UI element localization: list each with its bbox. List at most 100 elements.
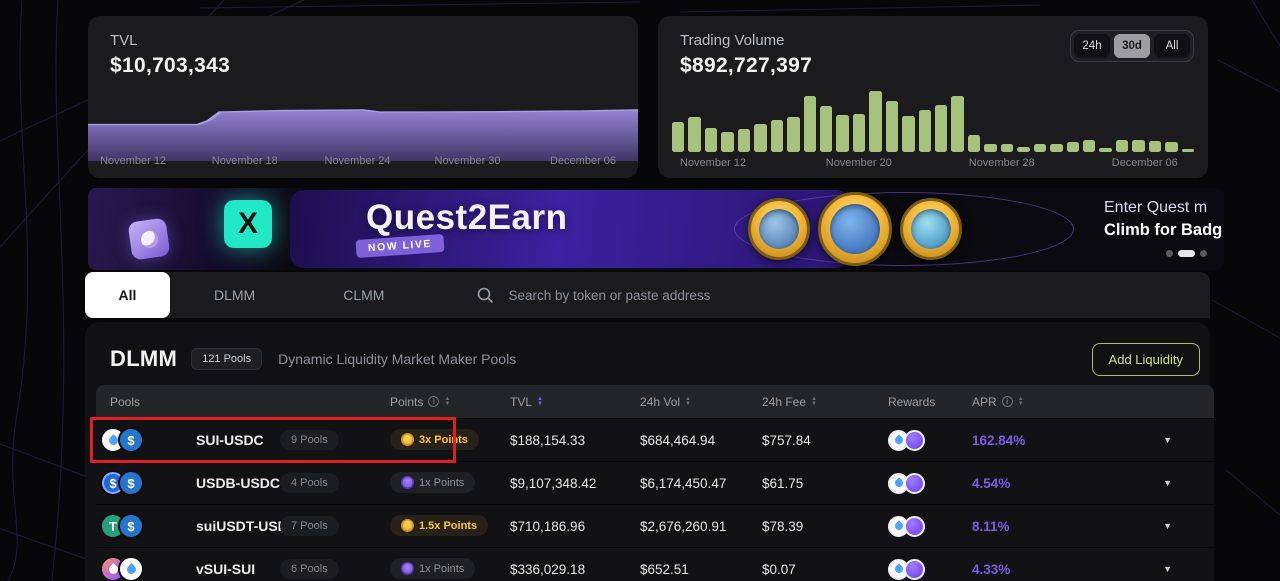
volume-bar xyxy=(836,114,849,152)
x-axis-label: November 20 xyxy=(825,157,892,169)
volume-bar xyxy=(967,134,981,152)
range-button-24h[interactable]: 24h xyxy=(1074,34,1110,58)
table-row[interactable]: USDB-USDC 4 Pools 1x Points $9,107,348.4… xyxy=(96,461,1214,504)
pool-cell: suiUSDT-USDC xyxy=(96,513,298,539)
header-tvl[interactable]: TVL ▲ ▼ xyxy=(506,395,636,409)
carousel-dots[interactable] xyxy=(1166,250,1207,257)
reward-token-icon xyxy=(904,515,925,537)
pool-tvl: $336,029.18 xyxy=(510,561,586,577)
sort-icons-active[interactable]: ▲ ▼ xyxy=(537,396,543,407)
points-label: 1x Points xyxy=(419,476,465,489)
pool-name: SUI-USDC xyxy=(196,432,264,448)
volume-bar xyxy=(672,121,685,152)
pool-type-tabs: All DLMM CLMM xyxy=(85,272,1210,318)
tvl-card: TVL $10,703,343 November 12 November 18 No… xyxy=(88,16,638,178)
header-24h-fee[interactable]: 24h Fee ▲ ▼ xyxy=(758,395,884,409)
points-label: 1x Points xyxy=(419,562,465,575)
pool-tvl: $9,107,348.42 xyxy=(510,475,597,491)
info-icon[interactable] xyxy=(428,396,440,407)
range-button-all[interactable]: All xyxy=(1154,34,1190,58)
tab-all[interactable]: All xyxy=(85,272,170,318)
volume-bar xyxy=(819,105,833,152)
tab-dlmm[interactable]: DLMM xyxy=(170,272,299,318)
tvl-area-chart xyxy=(88,109,638,161)
volume-bar xyxy=(1099,147,1112,152)
volume-range-toggle: 24h 30d All xyxy=(1070,30,1194,62)
x-axis-label: November 12 xyxy=(680,157,747,169)
banner-cta-text: Enter Quest m Climb for Badg xyxy=(1104,199,1222,240)
pool-name: vSUI-SUI xyxy=(196,561,256,577)
carousel-dot[interactable] xyxy=(1200,250,1207,257)
coin-icon xyxy=(401,433,414,446)
sort-icons[interactable]: ▲ ▼ xyxy=(444,396,450,407)
expand-chevron-icon[interactable] xyxy=(1068,521,1214,531)
x-axis-label: December 06 xyxy=(550,155,617,167)
pool-24h-volume: $652.51 xyxy=(640,561,689,577)
volume-bar xyxy=(1000,143,1014,152)
pool-tvl: $710,186.96 xyxy=(510,518,586,534)
pool-24h-fee: $78.39 xyxy=(762,518,804,534)
x-axis-label: November 30 xyxy=(434,155,501,167)
quest-banner-title: Quest2Earn xyxy=(366,198,568,237)
volume-card-value: $892,727,397 xyxy=(680,54,813,77)
pool-rewards xyxy=(884,472,968,494)
search-input[interactable] xyxy=(508,287,929,303)
section-title: DLMM xyxy=(110,346,178,371)
quest-banner[interactable]: X Quest2Earn NOW LIVE Enter Quest m Clim… xyxy=(88,188,1224,270)
pool-cell: vSUI-SUI xyxy=(96,556,276,581)
dlmm-section-header: DLMM 121 Pools Dynamic Liquidity Market … xyxy=(110,342,1200,376)
x-axis-label: November 12 xyxy=(100,155,167,167)
tvl-card-title: TVL xyxy=(110,32,138,49)
volume-bar xyxy=(1033,144,1047,152)
x-axis-label: November 28 xyxy=(968,157,1035,169)
token-icon-2 xyxy=(118,513,144,539)
volume-bar xyxy=(1148,141,1162,152)
app-screen: TVL $10,703,343 November 12 November 18 No… xyxy=(0,0,1280,581)
table-row[interactable]: vSUI-SUI 6 Pools 1x Points $336,029.18 $… xyxy=(96,547,1214,581)
reward-token-icon xyxy=(904,472,925,494)
header-points[interactable]: Points ▲▼ xyxy=(386,395,506,409)
points-badge: 1.5x Points xyxy=(390,515,489,536)
expand-chevron-icon[interactable] xyxy=(1068,435,1214,445)
range-button-30d[interactable]: 30d xyxy=(1114,34,1150,58)
pool-24h-fee: $0.07 xyxy=(762,561,796,577)
expand-chevron-icon[interactable] xyxy=(1068,478,1214,488)
volume-bar xyxy=(869,91,882,152)
add-liquidity-button[interactable]: Add Liquidity xyxy=(1091,342,1200,376)
table-row[interactable]: suiUSDT-USDC 7 Pools 1.5x Points $710,18… xyxy=(96,504,1214,547)
header-apr[interactable]: APR ▲▼ xyxy=(968,395,1068,409)
points-badge: 3x Points xyxy=(390,429,479,450)
header-24h-vol[interactable]: 24h Vol ▲ ▼ xyxy=(636,395,758,409)
info-icon[interactable] xyxy=(1001,396,1013,407)
volume-bar xyxy=(787,116,800,152)
tab-clmm[interactable]: CLMM xyxy=(299,272,428,318)
pool-24h-volume: $2,676,260.91 xyxy=(640,518,727,534)
pools-count-pill: 6 Pools xyxy=(280,559,339,579)
expand-chevron-icon[interactable] xyxy=(1068,564,1214,574)
pool-tvl: $188,154.33 xyxy=(510,432,586,448)
pool-rewards xyxy=(884,558,968,580)
dlmm-section: DLMM 121 Pools Dynamic Liquidity Market … xyxy=(85,322,1214,581)
search-bar xyxy=(476,286,1210,304)
sort-icons[interactable]: ▲ ▼ xyxy=(685,396,691,407)
volume-bar xyxy=(1050,143,1063,152)
volume-x-axis-labels: November 12 November 20 November 28 Decembe… xyxy=(658,157,1208,171)
carousel-dot[interactable] xyxy=(1166,250,1173,257)
pool-rewards xyxy=(884,429,968,451)
sort-icons[interactable]: ▲ ▼ xyxy=(811,396,817,407)
sort-icons[interactable]: ▲ ▼ xyxy=(1018,396,1024,407)
table-row[interactable]: SUI-USDC 9 Pools 3x Points $188,154.33 $… xyxy=(96,418,1214,461)
coin-icon xyxy=(401,476,414,489)
token-icon-2 xyxy=(118,556,144,581)
pool-24h-fee: $61.75 xyxy=(762,475,804,491)
volume-bar xyxy=(1132,139,1145,152)
x-axis-label: November 18 xyxy=(211,155,278,167)
volume-bar xyxy=(1017,146,1030,152)
tvl-card-value: $10,703,343 xyxy=(110,54,231,77)
carousel-dot-active[interactable] xyxy=(1178,250,1195,257)
points-badge: 1x Points xyxy=(390,472,476,493)
quest-badges xyxy=(748,188,962,270)
pools-table: Pools Points ▲▼ TVL ▲▼ 24h Vol ▲▼ 24h Fe… xyxy=(90,385,1214,581)
points-badge: 1x Points xyxy=(390,558,476,579)
header-pools[interactable]: Pools xyxy=(96,395,276,409)
